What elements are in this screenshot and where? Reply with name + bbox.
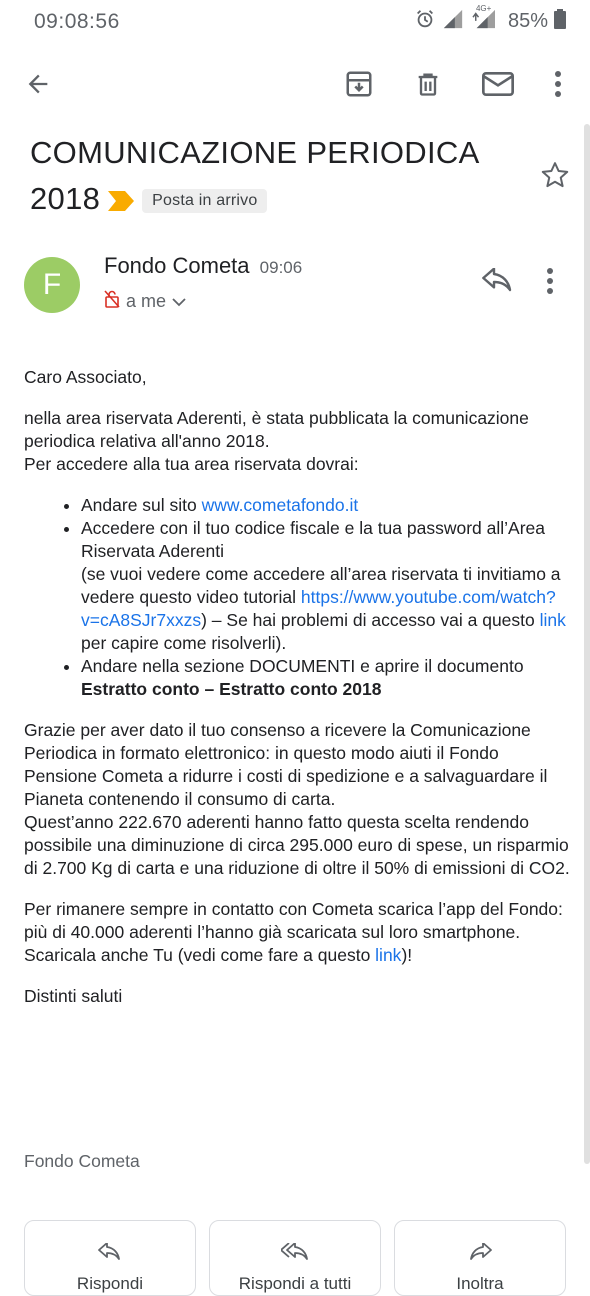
forward-button[interactable]: Inoltra (394, 1220, 566, 1296)
sender-name: Fondo Cometa (104, 253, 250, 278)
step1-text: Andare sul sito (81, 495, 202, 515)
star-icon[interactable] (540, 160, 570, 195)
sender-row: Fondo Cometa 09:06 (104, 253, 302, 279)
sent-time: 09:06 (259, 258, 303, 277)
list-item: Andare sul sito www.cometafondo.it (81, 494, 572, 517)
battery-icon (554, 9, 566, 34)
download-suffix: )! (401, 945, 413, 965)
alarm-icon (414, 8, 436, 35)
label-chip[interactable]: Posta in arrivo (142, 188, 268, 213)
reply-all-label: Rispondi a tutti (238, 1274, 352, 1293)
list-item: Accedere con il tuo codice fiscale e la … (81, 517, 572, 655)
thanks-paragraph: Grazie per aver dato il tuo consenso a r… (24, 720, 548, 809)
closing: Distinti saluti (24, 986, 123, 1006)
recipient-label: a me (126, 291, 167, 311)
step2-text: Accedere con il tuo codice fiscale e la … (81, 518, 545, 561)
signature: Fondo Cometa (24, 1151, 140, 1171)
forward-icon (468, 1242, 492, 1268)
network-type-label: 4G+ (475, 4, 492, 13)
stats-paragraph: Quest’anno 222.670 aderenti hanno fatto … (24, 812, 570, 878)
reply-button[interactable]: Rispondi (24, 1220, 196, 1296)
message-more-icon[interactable] (546, 268, 554, 299)
reply-all-button[interactable]: Rispondi a tutti (209, 1220, 381, 1296)
no-encryption-icon (104, 290, 120, 313)
reply-icon (98, 1242, 122, 1268)
status-icons: 4G+ 85% (414, 4, 566, 35)
app-paragraph: Per rimanere sempre in contatto con Come… (24, 899, 563, 942)
back-arrow-icon[interactable] (18, 64, 58, 104)
scrollbar[interactable] (584, 124, 590, 1164)
app-bar (0, 52, 590, 114)
download-link[interactable]: link (375, 945, 401, 965)
email-body: Caro Associato, nella area riservata Ade… (24, 366, 572, 1026)
reply-all-icon (280, 1242, 309, 1268)
more-vert-icon[interactable] (538, 64, 578, 104)
step3-document: Estratto conto – Estratto conto 2018 (81, 679, 382, 699)
battery-percent: 85% (507, 10, 548, 32)
reply-label: Rispondi (76, 1274, 144, 1293)
steps-list: Andare sul sito www.cometafondo.it Acced… (24, 494, 572, 701)
network-type-icon: 4G+ (470, 4, 498, 35)
status-time: 09:08:56 (34, 10, 120, 33)
intro-line-2: Per accedere alla tua area riservata dov… (24, 454, 359, 474)
forward-label: Inoltra (456, 1274, 504, 1293)
subject-line-2: 2018 Posta in arrivo (30, 176, 530, 224)
download-paragraph: Scaricala anche Tu (vedi come fare a que… (24, 944, 572, 967)
important-marker-icon[interactable] (108, 178, 135, 224)
signal-icon (442, 8, 464, 35)
site-link[interactable]: www.cometafondo.it (202, 495, 359, 515)
step2-mid: ) – Se hai problemi di accesso vai a que… (201, 610, 540, 630)
reply-icon[interactable] (482, 267, 514, 301)
subject-year: 2018 (30, 181, 101, 216)
access-help-link[interactable]: link (540, 610, 566, 630)
step3-text: Andare nella sezione DOCUMENTI e aprire … (81, 656, 524, 676)
delete-icon[interactable] (408, 64, 448, 104)
list-item: Andare nella sezione DOCUMENTI e aprire … (81, 655, 572, 701)
intro-paragraph: nella area riservata Aderenti, è stata p… (24, 407, 572, 453)
subject-line-1: COMUNICAZIONE PERIODICA (30, 135, 480, 170)
recipient-row[interactable]: a me (104, 290, 186, 313)
intro-line-1: nella area riservata Aderenti, è stata p… (24, 408, 529, 451)
chevron-down-icon[interactable] (172, 291, 186, 312)
avatar[interactable]: F (24, 257, 80, 313)
greeting: Caro Associato, (24, 367, 147, 387)
mail-icon[interactable] (478, 64, 518, 104)
status-bar: 09:08:56 4G+ 85% (0, 0, 590, 44)
email-subject: COMUNICAZIONE PERIODICA 2018 Posta in arr… (30, 130, 530, 224)
archive-icon[interactable] (339, 64, 379, 104)
download-text: Scaricala anche Tu (vedi come fare a que… (24, 945, 376, 965)
